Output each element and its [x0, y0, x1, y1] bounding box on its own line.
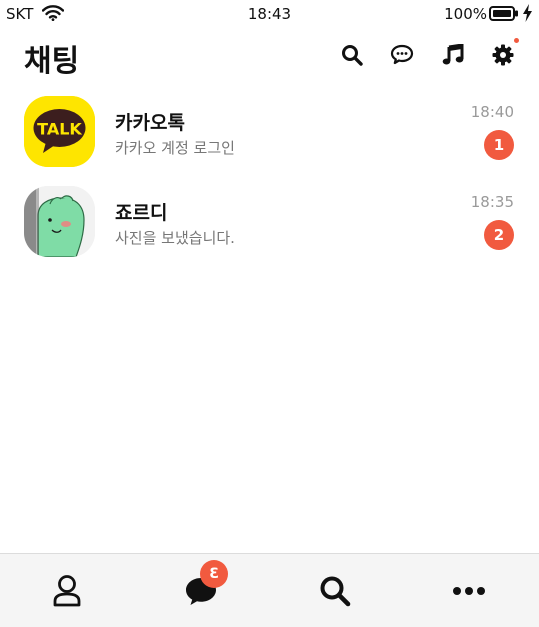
unread-badge: 2: [484, 220, 514, 250]
nav-friends[interactable]: [0, 554, 134, 627]
nav-more[interactable]: [402, 554, 536, 627]
search-icon: [320, 576, 351, 607]
chat-list: TALK 카카오톡 카카오 계정 로그인 18:40 1 죠르디 사진을 보냈습…: [0, 90, 539, 270]
avatar: [24, 186, 95, 257]
status-bar: SKT 18:43 100%: [0, 0, 539, 28]
notification-dot: [514, 38, 519, 43]
avatar-logo-text: TALK: [37, 120, 82, 139]
chat-item-jordy[interactable]: 죠르디 사진을 보냈습니다. 18:35 2: [0, 180, 539, 270]
page-title: 채팅: [24, 44, 80, 79]
chat-preview: 카카오 계정 로그인: [115, 139, 235, 157]
unread-badge: 1: [484, 130, 514, 160]
chats-unread-badge: 3: [200, 560, 228, 588]
battery-icon: [489, 6, 519, 25]
chat-time: 18:40: [470, 103, 514, 121]
nav-chats[interactable]: 3: [134, 554, 268, 627]
chat-name: 카카오톡: [115, 112, 185, 134]
avatar: TALK: [24, 96, 95, 167]
nav-search[interactable]: [268, 554, 402, 627]
friends-icon: [53, 575, 81, 607]
chat-preview: 사진을 보냈습니다.: [115, 229, 235, 247]
chat-name: 죠르디: [115, 202, 168, 224]
music-icon[interactable]: [440, 42, 466, 68]
bottom-nav: 3: [0, 553, 539, 627]
more-icon: [453, 587, 485, 595]
kakaotalk-logo-icon: TALK: [24, 96, 95, 167]
battery-percentage: 100%: [444, 5, 487, 23]
header: 채팅: [0, 30, 539, 82]
charging-icon: [522, 4, 533, 26]
jordy-character-icon: [24, 186, 95, 257]
search-icon[interactable]: [339, 42, 365, 68]
open-chat-icon[interactable]: [389, 42, 415, 68]
chat-time: 18:35: [470, 193, 514, 211]
chat-item-kakaotalk[interactable]: TALK 카카오톡 카카오 계정 로그인 18:40 1: [0, 90, 539, 180]
gear-icon[interactable]: [490, 38, 519, 68]
